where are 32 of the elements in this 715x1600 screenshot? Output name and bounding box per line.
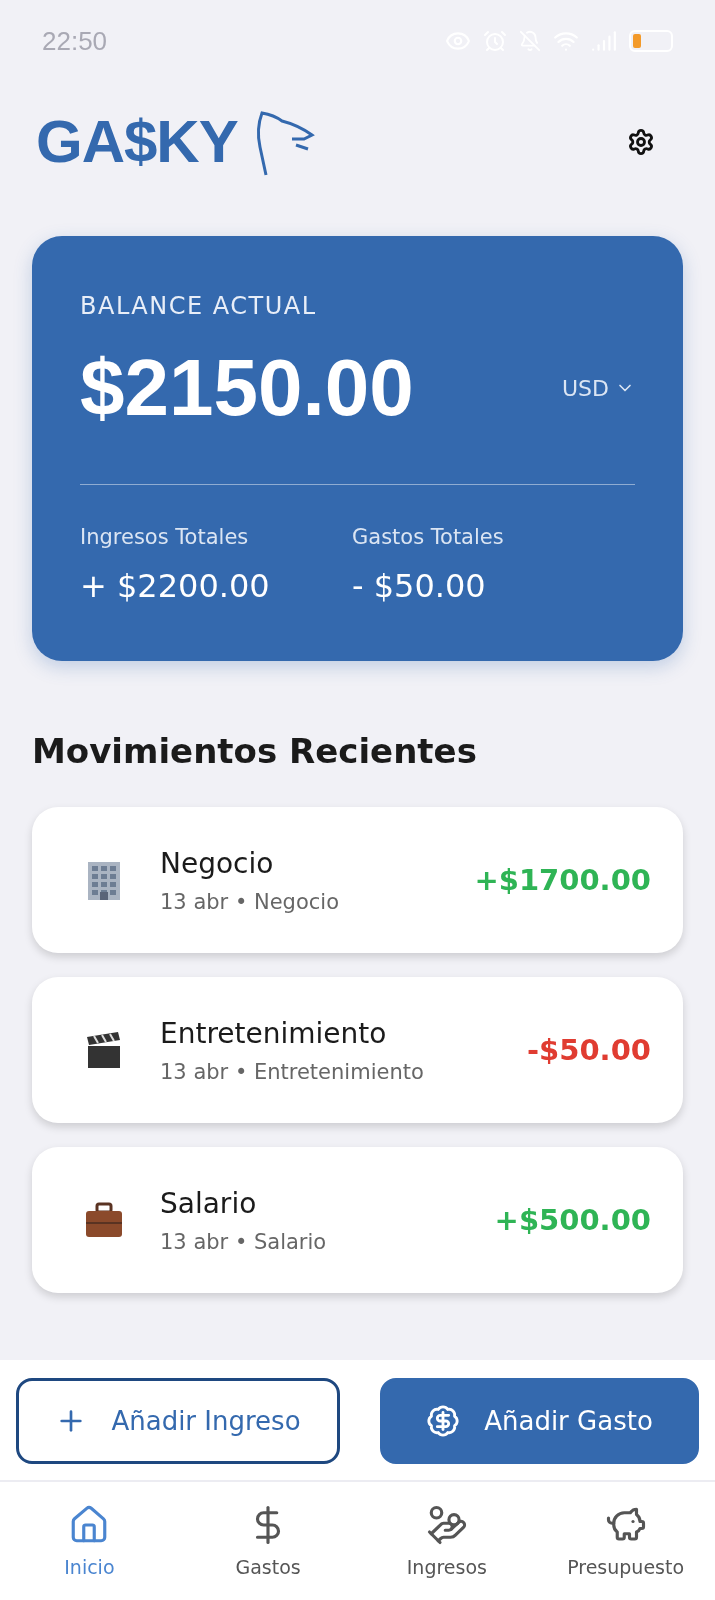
nav-tab[interactable]: Inicio	[0, 1503, 179, 1579]
transaction-amount: +$500.00	[494, 1203, 651, 1237]
transaction-name: Salario	[160, 1186, 258, 1220]
battery-icon	[629, 30, 673, 52]
transaction-card[interactable]: Salario 13 abr • Salario +$500.00	[32, 1147, 683, 1293]
add-expense-button[interactable]: Añadir Gasto	[380, 1378, 699, 1464]
status-time: 22:50	[42, 25, 108, 57]
section-title: Movimientos Recientes	[32, 731, 478, 771]
stat-value: - $50.00	[352, 567, 487, 605]
transaction-card[interactable]: Entretenimiento 13 abr • Entretenimiento -$50.00	[32, 977, 683, 1123]
transaction-meta: 13 abr • Entretenimiento	[160, 1059, 425, 1084]
transaction-meta: 13 abr • Negocio	[160, 889, 340, 914]
balance-label: BALANCE ACTUAL	[80, 292, 318, 320]
transaction-name: Negocio	[160, 846, 275, 880]
transaction-amount: -$50.00	[527, 1033, 651, 1067]
transaction-card[interactable]: Negocio 13 abr • Negocio +$1700.00	[32, 807, 683, 953]
dollar-badge-icon	[426, 1404, 461, 1438]
transaction-name: Entretenimiento	[160, 1016, 388, 1050]
app-logo: GA$KY	[36, 112, 238, 172]
currency-dropdown[interactable]: USD	[562, 375, 635, 401]
transaction-amount: +$1700.00	[474, 863, 651, 897]
nav-tab[interactable]: Gastos	[178, 1503, 358, 1579]
stat-label: Gastos Totales	[352, 525, 505, 549]
transaction-meta: 13 abr • Salario	[160, 1229, 328, 1254]
nav-tab[interactable]: Ingresos	[357, 1503, 537, 1579]
nav-tab[interactable]: Presupuesto	[536, 1503, 715, 1579]
settings-icon[interactable]	[627, 128, 655, 156]
hand-coin-icon	[425, 1504, 468, 1546]
stat-label: Ingresos Totales	[80, 525, 250, 549]
stat-value: + $2200.00	[80, 567, 271, 605]
add-income-button[interactable]: Añadir Ingreso	[16, 1378, 340, 1464]
balance-amount: $2150.00	[80, 342, 414, 434]
